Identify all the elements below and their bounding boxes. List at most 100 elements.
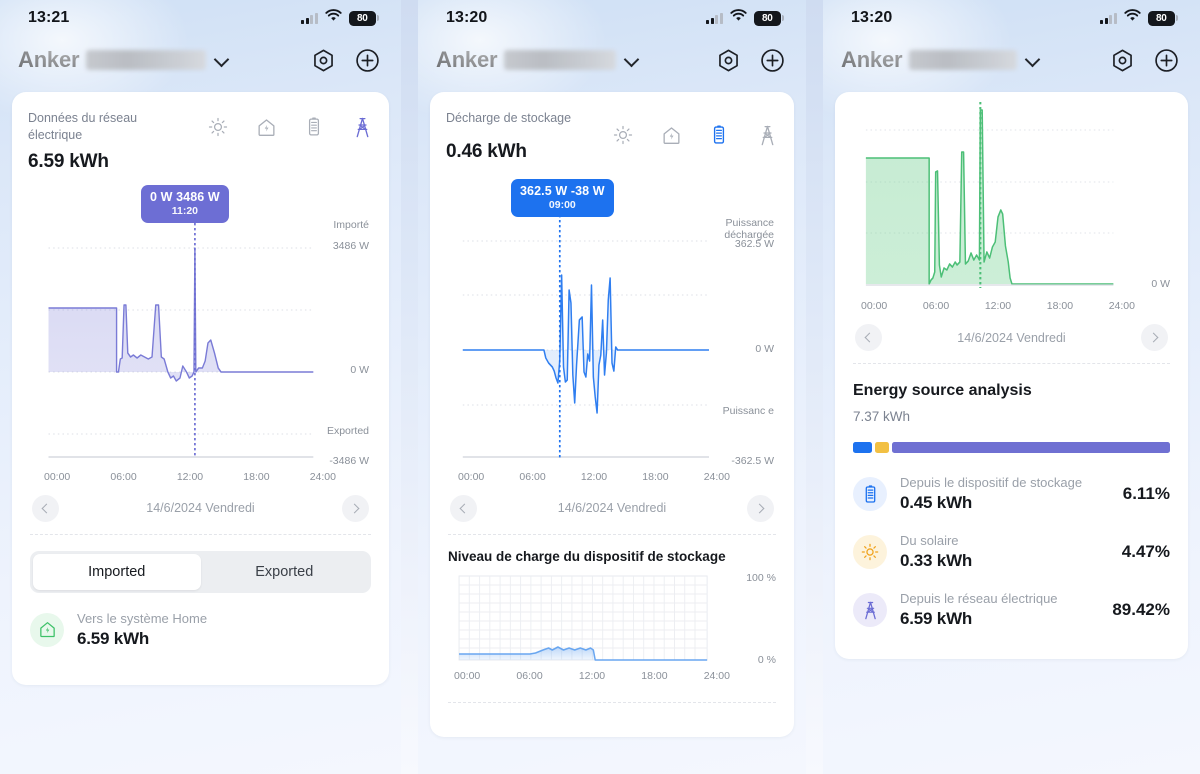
xtick: 12:00 [578,669,606,682]
y-top-label: Importé [333,218,369,231]
home-bolt-icon[interactable] [660,122,682,148]
xtick: 12:00 [580,470,608,483]
date-nav-2: 14/6/2024 Vendredi [446,485,778,534]
chart-tooltip-2: 362.5 W -38 W 09:00 [511,178,614,217]
grid-tower-icon[interactable] [351,114,373,140]
site-selector-1[interactable]: Anker [18,47,229,73]
chart-tooltip-1: 0 W 3486 W 11:20 [141,184,229,223]
scan-icon[interactable] [714,46,742,74]
home-chart-svg [865,102,1114,288]
sun-icon[interactable] [207,114,229,140]
chevron-down-icon[interactable] [1026,53,1040,67]
tab-exported[interactable]: Exported [201,554,369,590]
divider [30,533,371,535]
discharge-power-chart[interactable]: 362.5 W -38 W 09:00 Puissance déchargée … [446,175,778,485]
xtick: 18:00 [243,470,270,483]
xtick: 18:00 [1046,300,1074,312]
y-zero-label: 0 W [350,363,369,376]
xtick: 00:00 [861,300,888,312]
xtick: 24:00 [1108,300,1135,312]
analysis-row-solar: Du solaire 0.33 kWh 4.47% [851,519,1172,577]
energy-analysis-card: 0 W 00:00 06:00 12:00 18:00 24:00 14/6/2… [835,92,1188,659]
next-day-button[interactable] [747,494,774,522]
app-header-3: Anker [823,36,1200,92]
row-label: Depuis le dispositif de stockage [900,475,1083,490]
phone-panel-2: 13:20 80 Anker Décharge de stockage 0.46… [418,0,806,774]
y-bottom-value: -362.5 W [731,454,774,467]
scan-icon[interactable] [1108,46,1136,74]
home-bolt-icon[interactable] [255,114,277,140]
scan-icon[interactable] [309,46,337,74]
status-bar-3: 13:20 80 [823,0,1200,36]
status-bar-1: 13:21 80 [0,0,401,36]
y-bottom-label: Puissanc e [722,404,774,417]
panel-gap-1 [401,0,418,774]
battery-status-icon: 80 [1147,10,1178,26]
xtick: 24:00 [309,470,336,483]
add-icon[interactable] [353,46,381,74]
grid-data-card: Données du réseau électrique 6.59 kWh 0 … [12,92,389,685]
phone-panel-3: 13:20 80 Anker 0 W 00:00 06:00 12:00 18:… [823,0,1200,774]
prev-day-button[interactable] [32,494,59,522]
divider [853,363,1170,364]
chevron-down-icon[interactable] [625,53,639,67]
y-zero-label: 0 W [755,342,774,355]
add-icon[interactable] [1152,46,1180,74]
battery-status-icon: 80 [753,10,784,26]
card-value: 0.46 kWh [446,140,527,162]
source-tabs-1 [207,108,373,140]
soc-min-label: 0 % [757,653,776,666]
x-axis-2: 00:00 06:00 12:00 18:00 24:00 [458,471,730,483]
chevron-down-icon[interactable] [215,53,229,67]
x-axis-1: 00:00 06:00 12:00 18:00 24:00 [44,471,336,483]
y-top-value: 362.5 W [734,237,774,250]
current-date-label: 14/6/2024 Vendredi [146,501,255,516]
row-value: 0.33 kWh [900,551,973,570]
tooltip-values: 0 W 3486 W [150,189,220,204]
status-time: 13:20 [446,9,488,26]
battery-icon[interactable] [708,122,730,148]
analysis-row-grid: Depuis le réseau électrique 6.59 kWh 89.… [851,577,1172,639]
y-bottom-value: -3486 W [329,454,369,467]
card-title: Données du réseau électrique [28,111,138,142]
status-time: 13:20 [851,9,893,26]
prev-day-button[interactable] [855,324,882,351]
prev-day-button[interactable] [450,494,477,522]
xtick: 12:00 [984,300,1012,312]
tab-imported[interactable]: Imported [33,553,201,590]
grid-power-chart[interactable]: 0 W 3486 W 11:20 Importé 3486 W 0 W Expo… [28,184,373,485]
app-header-2: Anker [418,36,806,92]
xtick: 06:00 [922,300,950,312]
x-axis-soc: 00:00 06:00 12:00 18:00 24:00 [454,670,730,682]
next-day-button[interactable] [1141,324,1168,351]
current-date-label: 14/6/2024 Vendredi [957,330,1066,345]
screenshot-root: 13:21 80 Anker Données du réseau électri… [0,0,1200,774]
card-title: Décharge de stockage [446,111,572,125]
row-value: 0.45 kWh [900,493,973,512]
xtick: 24:00 [703,669,730,682]
redacted-site-name [909,50,1018,70]
soc-max-label: 100 % [746,571,776,584]
grid-tower-icon [853,593,887,627]
grid-tower-icon[interactable] [756,122,778,148]
xtick: 24:00 [703,470,730,483]
panel-gap-2 [806,0,823,774]
analysis-total: 7.37 kWh [853,409,911,424]
site-selector-3[interactable]: Anker [841,47,1040,73]
soc-chart[interactable]: 100 % 0 % 00:00 06:00 12:00 18:00 24:00 [446,571,778,682]
home-consumption-chart[interactable]: 0 W 00:00 06:00 12:00 18:00 24:00 [851,102,1172,320]
xtick: 00:00 [458,470,485,483]
phone-panel-1: 13:21 80 Anker Données du réseau électri… [0,0,401,774]
cellular-signal-icon [706,12,723,24]
sun-icon[interactable] [612,122,634,148]
brand-label: Anker [841,47,903,72]
battery-icon[interactable] [303,114,325,140]
divider [448,533,776,535]
xtick: 18:00 [641,669,668,682]
battery-status-icon: 80 [348,10,379,26]
tooltip-time: 09:00 [548,198,576,211]
analysis-row-storage: Depuis le dispositif de stockage 0.45 kW… [851,455,1172,519]
site-selector-2[interactable]: Anker [436,47,639,73]
add-icon[interactable] [758,46,786,74]
next-day-button[interactable] [342,494,369,522]
